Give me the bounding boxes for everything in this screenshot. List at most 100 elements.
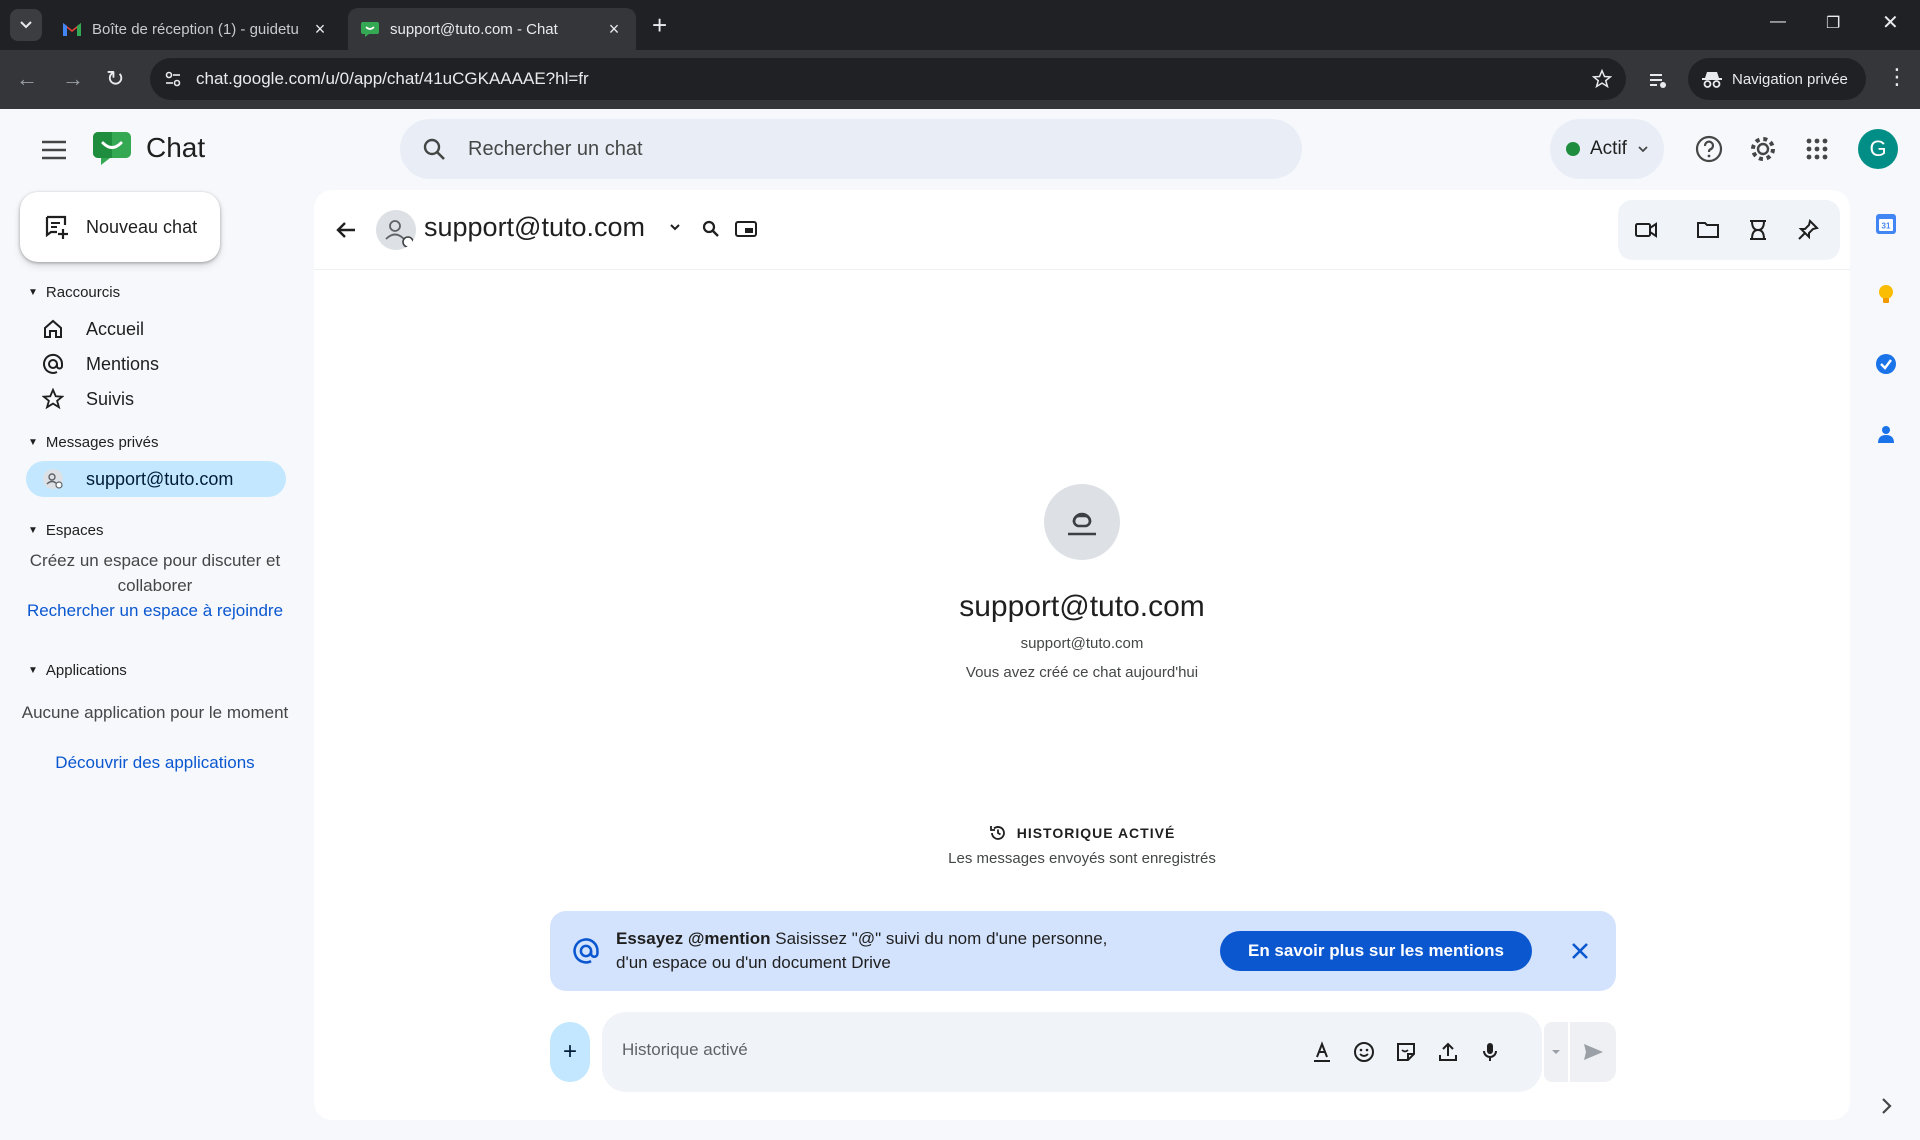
message-composer[interactable]: Historique activé: [602, 1012, 1542, 1092]
spaces-section-header[interactable]: ▼ Espaces: [28, 522, 103, 539]
shortcuts-section-header[interactable]: ▼ Raccourcis: [28, 284, 120, 301]
close-icon[interactable]: [1568, 939, 1592, 963]
browser-toolbar: ← → ↻ chat.google.com/u/0/app/chat/41uCG…: [0, 50, 1920, 109]
apps-section-header[interactable]: ▼ Applications: [28, 662, 127, 679]
tab-search-button[interactable]: [10, 9, 42, 41]
chevron-down-icon: [20, 21, 32, 29]
pin-icon[interactable]: [1796, 218, 1820, 242]
account-avatar[interactable]: G: [1858, 129, 1898, 169]
browser-menu-icon[interactable]: ⋮: [1886, 64, 1908, 90]
sidebar-item-mentions[interactable]: Mentions: [26, 346, 286, 382]
conversation-actions: [1618, 200, 1840, 260]
contact-large-avatar: [1044, 484, 1120, 560]
emoji-icon[interactable]: [1352, 1040, 1376, 1064]
arrow-back-icon[interactable]: [334, 218, 358, 242]
banner-text: Essayez @mention Saisissez "@" suivi du …: [616, 927, 1136, 975]
gif-sticker-icon[interactable]: [1394, 1040, 1418, 1064]
sidebar-item-label: Mentions: [86, 353, 160, 374]
discover-apps-link[interactable]: Découvrir des applications: [20, 750, 290, 775]
send-icon: [1584, 1044, 1603, 1060]
section-title: Espaces: [45, 522, 104, 539]
new-chat-label: Nouveau chat: [86, 216, 198, 237]
banner-bold: Essayez @mention: [616, 929, 771, 948]
new-tab-button[interactable]: +: [652, 10, 667, 40]
star-icon: [42, 388, 64, 410]
browser-tab-chat[interactable]: support@tuto.com - Chat ×: [348, 8, 636, 50]
avatar-letter: G: [1869, 136, 1887, 161]
browser-tab-gmail[interactable]: Boîte de réception (1) - guidetu ×: [50, 8, 342, 50]
help-icon[interactable]: [1694, 134, 1724, 164]
contacts-icon[interactable]: [1874, 422, 1898, 446]
user-icon: [1068, 512, 1096, 536]
conversation-panel: support@tuto.com support@tuto.com suppor…: [314, 190, 1850, 1120]
sidebar-item-label: Accueil: [86, 318, 145, 339]
new-chat-button[interactable]: Nouveau chat: [20, 192, 220, 262]
contact-avatar[interactable]: [376, 210, 416, 250]
conversation-header: support@tuto.com: [314, 190, 1850, 270]
chat-brand[interactable]: Chat: [92, 130, 205, 166]
chevron-down-icon[interactable]: [668, 220, 682, 234]
plus-icon: +: [562, 1038, 577, 1065]
spaces-empty-note: Créez un espace pour discuter et collabo…: [29, 551, 281, 595]
incognito-label: Navigation privée: [1732, 70, 1848, 88]
address-bar[interactable]: chat.google.com/u/0/app/chat/41uCGKAAAAE…: [150, 58, 1626, 100]
apps-grid-icon[interactable]: [1802, 134, 1832, 164]
sidebar-item-suivis[interactable]: Suivis: [26, 381, 286, 417]
close-icon[interactable]: ×: [604, 19, 624, 40]
status-selector[interactable]: Actif: [1550, 119, 1664, 179]
sidebar-item-dm-support[interactable]: support@tuto.com: [26, 461, 286, 497]
forward-icon[interactable]: →: [62, 66, 84, 92]
text-format-icon[interactable]: [1310, 1040, 1334, 1064]
message-input[interactable]: Historique activé: [622, 1040, 748, 1060]
search-bar[interactable]: Rechercher un chat: [400, 119, 1302, 179]
conversation-title[interactable]: support@tuto.com: [424, 212, 645, 243]
video-call-icon[interactable]: [1634, 218, 1658, 242]
reload-icon[interactable]: ↻: [106, 66, 124, 92]
svg-text:31: 31: [1882, 222, 1891, 231]
incognito-badge[interactable]: Navigation privée: [1688, 58, 1866, 100]
user-avatar-icon: [43, 469, 63, 489]
at-icon: [43, 353, 64, 374]
find-space-link[interactable]: Rechercher un espace à rejoindre: [20, 598, 290, 623]
bookmark-star-icon[interactable]: [1592, 69, 1612, 89]
main-menu-icon[interactable]: [38, 136, 70, 164]
tasks-icon[interactable]: [1746, 218, 1770, 242]
search-in-chat-icon[interactable]: [700, 218, 722, 240]
minimize-icon[interactable]: —: [1770, 13, 1786, 31]
back-icon[interactable]: ←: [16, 66, 38, 92]
upload-icon[interactable]: [1436, 1040, 1460, 1064]
status-label: Actif: [1590, 138, 1627, 159]
mention-tip-banner: Essayez @mention Saisissez "@" suivi du …: [550, 911, 1616, 991]
browser-tab-bar: Boîte de réception (1) - guidetu × suppo…: [0, 0, 1920, 50]
site-info-icon[interactable]: [164, 70, 182, 88]
section-title: Applications: [45, 662, 127, 679]
close-icon[interactable]: ×: [310, 19, 330, 40]
incognito-icon: [1702, 72, 1722, 88]
settings-gear-icon[interactable]: [1748, 134, 1778, 164]
pop-out-icon[interactable]: [734, 218, 758, 240]
url-text: chat.google.com/u/0/app/chat/41uCGKAAAAE…: [196, 69, 589, 88]
media-control-icon[interactable]: [1648, 70, 1668, 90]
dm-section-header[interactable]: ▼ Messages privés: [28, 434, 158, 451]
send-controls: [1534, 1022, 1616, 1082]
send-button[interactable]: [1570, 1022, 1616, 1082]
learn-mentions-button[interactable]: En savoir plus sur les mentions: [1220, 931, 1532, 971]
close-window-icon[interactable]: ✕: [1882, 10, 1899, 35]
add-attachment-button[interactable]: +: [550, 1022, 590, 1082]
send-options-button[interactable]: [1544, 1022, 1568, 1082]
search-input[interactable]: Rechercher un chat: [468, 138, 643, 161]
microphone-icon[interactable]: [1478, 1040, 1502, 1064]
search-icon: [423, 138, 445, 160]
home-icon: [44, 319, 62, 338]
tasks-check-icon[interactable]: [1874, 352, 1898, 376]
created-note: Vous avez créé ce chat aujourd'hui: [965, 664, 1199, 681]
folder-icon[interactable]: [1696, 218, 1720, 242]
at-icon: [573, 938, 599, 964]
calendar-icon[interactable]: 31: [1874, 212, 1898, 236]
restore-icon[interactable]: ❐: [1826, 13, 1840, 33]
sidebar-item-accueil[interactable]: Accueil: [26, 311, 286, 347]
chevron-right-icon[interactable]: [1874, 1094, 1898, 1118]
keep-icon[interactable]: [1874, 282, 1898, 306]
caret-down-icon: ▼: [28, 525, 38, 536]
chat-logo-icon: [93, 132, 131, 165]
